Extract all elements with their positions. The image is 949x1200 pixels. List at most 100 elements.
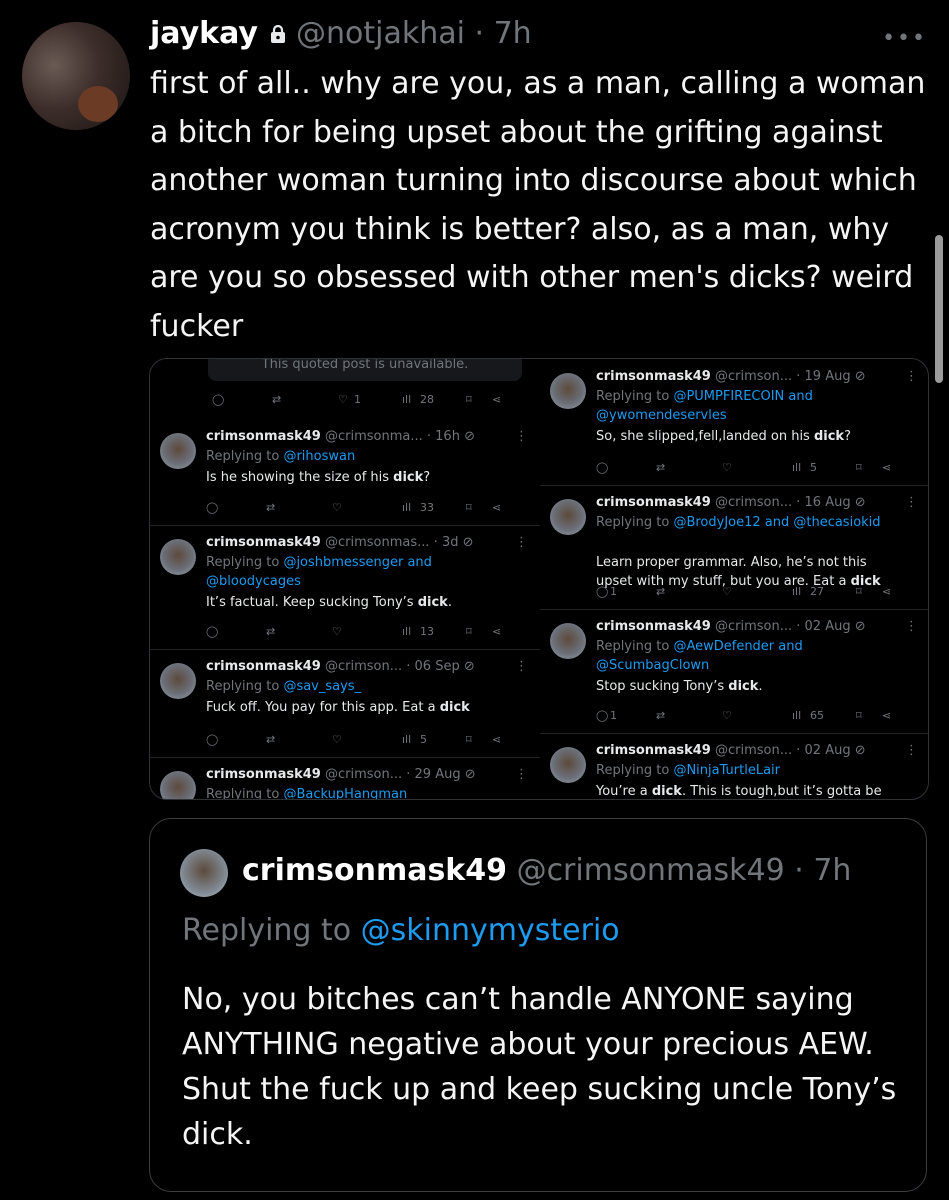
quote-author-handle[interactable]: @crimsonmask49 bbox=[517, 853, 785, 888]
mention-link[interactable]: @skinnymysterio bbox=[361, 913, 620, 948]
views-icon[interactable]: ıll bbox=[402, 393, 411, 406]
share-icon[interactable]: ⋖ bbox=[882, 585, 891, 598]
share-icon[interactable]: ⋖ bbox=[882, 709, 891, 722]
embedded-tweet[interactable]: crimsonmask49 @crimsonmas... · 3d ⊘ ⋮ Repl… bbox=[150, 525, 540, 650]
avatar[interactable] bbox=[160, 539, 196, 575]
author-handle[interactable]: @crimson... bbox=[715, 619, 792, 634]
tweet-time[interactable]: 7h bbox=[494, 16, 532, 51]
share-icon[interactable]: ⋖ bbox=[492, 625, 501, 638]
mention-link[interactable]: @NinjaTurtleLair bbox=[673, 763, 780, 778]
author-handle[interactable]: @notjakhai bbox=[296, 16, 465, 51]
author-avatar[interactable] bbox=[22, 22, 130, 130]
author-handle[interactable]: @crimsonma... bbox=[325, 429, 423, 444]
author-handle[interactable]: @crimson... bbox=[715, 369, 792, 384]
author-name[interactable]: crimsonmask49 bbox=[206, 535, 321, 550]
author-name[interactable]: crimsonmask49 bbox=[206, 767, 321, 782]
like-icon[interactable]: ♡ bbox=[722, 585, 732, 598]
share-icon[interactable]: ⋖ bbox=[492, 501, 501, 514]
reply-icon[interactable]: ◯ bbox=[206, 501, 218, 514]
more-options-icon[interactable]: ⋮ bbox=[905, 495, 918, 510]
embedded-tweet[interactable]: crimsonmask49 @crimson... · 16 Aug ⊘ ⋮ Rep… bbox=[540, 485, 928, 610]
avatar[interactable] bbox=[160, 663, 196, 699]
more-options-icon[interactable]: ⋮ bbox=[515, 767, 528, 782]
avatar[interactable] bbox=[550, 373, 586, 409]
views-icon[interactable]: ıll bbox=[402, 625, 411, 638]
like-icon[interactable]: ♡ bbox=[722, 709, 732, 722]
share-icon[interactable]: ⋖ bbox=[882, 461, 891, 474]
reply-icon[interactable]: ◯ bbox=[596, 461, 608, 474]
author-name[interactable]: jaykay bbox=[150, 16, 258, 51]
author-name[interactable]: crimsonmask49 bbox=[596, 619, 711, 634]
author-name[interactable]: crimsonmask49 bbox=[596, 743, 711, 758]
repost-icon[interactable]: ⇄ bbox=[272, 393, 281, 406]
more-options-icon[interactable]: ••• bbox=[882, 26, 927, 51]
mention-link[interactable]: @BackupHangman bbox=[283, 787, 407, 799]
author-name[interactable]: crimsonmask49 bbox=[596, 369, 711, 384]
repost-icon[interactable]: ⇄ bbox=[656, 709, 665, 722]
author-handle[interactable]: @crimson... bbox=[715, 495, 792, 510]
media-screenshot[interactable]: This quoted post is unavailable. ◯ ⇄ ♡ 1 … bbox=[149, 358, 929, 800]
quote-avatar[interactable] bbox=[180, 849, 228, 897]
embedded-tweet[interactable]: crimsonmask49 @crimson... · 06 Sep ⊘ ⋮ Rep… bbox=[150, 649, 540, 758]
views-icon[interactable]: ıll bbox=[402, 733, 411, 746]
avatar[interactable] bbox=[550, 623, 586, 659]
like-icon[interactable]: ♡ bbox=[332, 733, 342, 746]
more-options-icon[interactable]: ⋮ bbox=[905, 619, 918, 634]
avatar[interactable] bbox=[160, 771, 196, 799]
mention-link[interactable]: @sav_says_ bbox=[283, 679, 361, 694]
avatar[interactable] bbox=[550, 747, 586, 783]
author-handle[interactable]: @crimson... bbox=[325, 767, 402, 782]
views-icon[interactable]: ıll bbox=[792, 585, 801, 598]
repost-icon[interactable]: ⇄ bbox=[266, 501, 275, 514]
bookmark-icon[interactable]: ⌑ bbox=[466, 393, 472, 406]
more-options-icon[interactable]: ⋮ bbox=[515, 429, 528, 444]
bookmark-icon[interactable]: ⌑ bbox=[466, 625, 472, 638]
author-handle[interactable]: @crimson... bbox=[325, 659, 402, 674]
views-icon[interactable]: ıll bbox=[792, 461, 801, 474]
avatar[interactable] bbox=[550, 499, 586, 535]
bookmark-icon[interactable]: ⌑ bbox=[466, 733, 472, 746]
like-icon[interactable]: ♡ bbox=[332, 501, 342, 514]
reply-icon[interactable]: ◯ bbox=[212, 393, 224, 406]
mention-link[interactable]: @rihoswan bbox=[283, 449, 355, 464]
embedded-tweet[interactable]: crimsonmask49 @crimson... · 19 Aug ⊘ ⋮ Rep… bbox=[540, 359, 928, 486]
quote-author-name[interactable]: crimsonmask49 bbox=[242, 853, 507, 888]
share-icon[interactable]: ⋖ bbox=[492, 393, 501, 406]
quoted-tweet[interactable]: crimsonmask49 @crimsonmask49 · 7h Replyi… bbox=[149, 818, 927, 1192]
mention-link[interactable]: @BrodyJoe12 and @thecasiokid bbox=[673, 515, 880, 530]
bookmark-icon[interactable]: ⌑ bbox=[466, 501, 472, 514]
reply-icon[interactable]: ◯ bbox=[596, 585, 608, 598]
repost-icon[interactable]: ⇄ bbox=[266, 733, 275, 746]
reply-icon[interactable]: ◯ bbox=[596, 709, 608, 722]
embedded-tweet[interactable]: crimsonmask49 @crimsonma... · 16h ⊘ ⋮ Repl… bbox=[150, 419, 540, 526]
author-name[interactable]: crimsonmask49 bbox=[596, 495, 711, 510]
more-options-icon[interactable]: ⋮ bbox=[515, 535, 528, 550]
bookmark-icon[interactable]: ⌑ bbox=[856, 461, 862, 474]
repost-icon[interactable]: ⇄ bbox=[656, 585, 665, 598]
repost-icon[interactable]: ⇄ bbox=[266, 625, 275, 638]
embedded-tweet[interactable]: crimsonmask49 @crimson... · 02 Aug ⊘ ⋮ Rep… bbox=[540, 609, 928, 734]
like-icon[interactable]: ♡ bbox=[722, 461, 732, 474]
reply-icon[interactable]: ◯ bbox=[206, 733, 218, 746]
bookmark-icon[interactable]: ⌑ bbox=[856, 585, 862, 598]
more-options-icon[interactable]: ⋮ bbox=[905, 743, 918, 758]
embedded-tweet-header: crimsonmask49 @crimson... · 02 Aug ⊘ bbox=[596, 743, 866, 758]
embedded-tweet[interactable]: crimsonmask49 @crimson... · 29 Aug ⊘ ⋮ Rep… bbox=[150, 757, 540, 799]
bookmark-icon[interactable]: ⌑ bbox=[856, 709, 862, 722]
avatar[interactable] bbox=[160, 433, 196, 469]
like-icon[interactable]: ♡ bbox=[338, 393, 348, 406]
like-icon[interactable]: ♡ bbox=[332, 625, 342, 638]
reply-icon[interactable]: ◯ bbox=[206, 625, 218, 638]
more-options-icon[interactable]: ⋮ bbox=[515, 659, 528, 674]
share-icon[interactable]: ⋖ bbox=[492, 733, 501, 746]
scrollbar[interactable] bbox=[935, 235, 943, 383]
more-options-icon[interactable]: ⋮ bbox=[905, 369, 918, 384]
author-handle[interactable]: @crimsonmas... bbox=[325, 535, 430, 550]
repost-icon[interactable]: ⇄ bbox=[656, 461, 665, 474]
views-icon[interactable]: ıll bbox=[402, 501, 411, 514]
author-handle[interactable]: @crimson... bbox=[715, 743, 792, 758]
embedded-tweet[interactable]: crimsonmask49 @crimson... · 02 Aug ⊘ ⋮ Rep… bbox=[540, 733, 928, 799]
views-icon[interactable]: ıll bbox=[792, 709, 801, 722]
author-name[interactable]: crimsonmask49 bbox=[206, 429, 321, 444]
author-name[interactable]: crimsonmask49 bbox=[206, 659, 321, 674]
